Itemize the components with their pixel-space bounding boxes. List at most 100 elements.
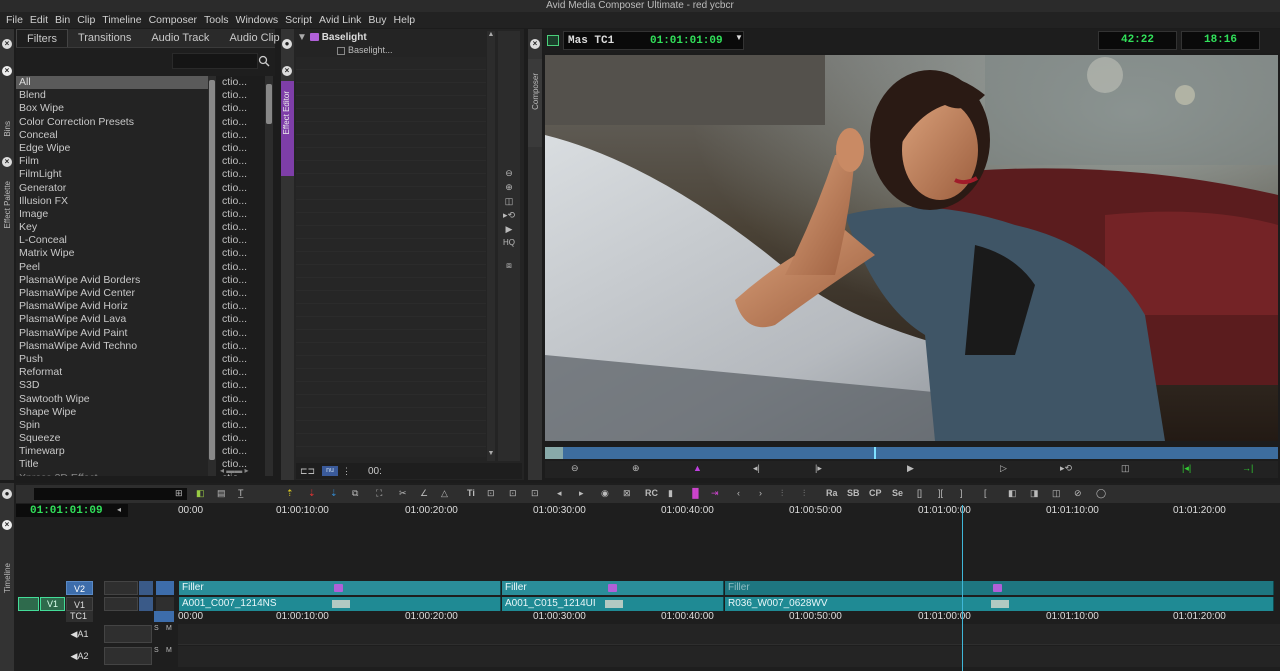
effect-list-item[interactable]: ctio...	[219, 168, 265, 181]
angle-icon[interactable]: ∠	[420, 486, 428, 500]
close-icon[interactable]: ×	[2, 66, 12, 76]
close-icon[interactable]: ×	[2, 520, 12, 530]
tab-audio-clip[interactable]: Audio Clip	[219, 29, 289, 47]
track-v2-header[interactable]: V2	[66, 581, 93, 595]
rc-button[interactable]: RC	[645, 486, 658, 500]
cut-icon[interactable]: ✂	[399, 486, 407, 500]
effect-list-item[interactable]: ctio...	[219, 208, 265, 221]
clip-v2-filler-2[interactable]: Filler	[502, 581, 724, 595]
bracket-icon[interactable]: [	[984, 486, 987, 500]
effect-list-item[interactable]: ctio...	[219, 155, 265, 168]
bracket-icon[interactable]: []	[917, 486, 922, 500]
effect-palette-tab-label[interactable]: Effect Palette	[3, 181, 12, 228]
menu-script[interactable]: Script	[285, 14, 312, 26]
effect-category-item[interactable]: PlasmaWipe Avid Lava	[16, 313, 216, 326]
effect-list-item[interactable]: ctio...	[219, 142, 265, 155]
effect-category-item[interactable]: PlasmaWipe Avid Horiz	[16, 300, 216, 313]
menu-tools[interactable]: Tools	[204, 14, 229, 26]
ra-button[interactable]: Ra	[826, 486, 838, 500]
effect-list-item[interactable]: ctio...	[219, 195, 265, 208]
effect-category-item[interactable]: Image	[16, 208, 216, 221]
effect-category-item[interactable]: All	[16, 76, 216, 90]
clip-v1-2[interactable]: A001_C015_1214UI	[502, 597, 724, 611]
effect-list-item[interactable]: ctio...	[219, 247, 265, 260]
track-a1-mute[interactable]: M	[166, 625, 172, 632]
track-v1-monitor[interactable]	[139, 597, 153, 611]
segment-icon[interactable]: ⛶	[376, 486, 382, 500]
text-icon[interactable]: T̲	[238, 486, 244, 500]
clip-icon[interactable]: ⊡	[487, 486, 495, 500]
effect-list-item[interactable]: ctio...	[219, 406, 265, 419]
effect-category-item[interactable]: S3D	[16, 379, 216, 392]
timeline-ruler[interactable]: 00:00 01:00:10:00 01:00:20:00 01:00:30:00 01…	[178, 505, 1280, 517]
align-icon[interactable]: ⫶	[803, 486, 805, 500]
chevron-down-icon[interactable]: ▼	[735, 33, 743, 42]
track-v1-header[interactable]: V1	[66, 597, 93, 611]
monitor-icon[interactable]	[547, 35, 559, 46]
sb-button[interactable]: SB	[847, 486, 860, 500]
chevron-right-icon[interactable]: ›	[759, 486, 762, 500]
step-forward-icon[interactable]: |▸	[815, 461, 822, 475]
tab-transitions[interactable]: Transitions	[68, 29, 141, 47]
effect-category-item[interactable]: Timewarp	[16, 445, 216, 458]
counter-2[interactable]: 18:16	[1181, 31, 1260, 50]
render-icon[interactable]: ⧈	[498, 258, 520, 272]
effect-category-item[interactable]: Xpress 3D Effect	[16, 472, 216, 476]
play-icon[interactable]: ▶	[907, 461, 914, 475]
step-back-icon[interactable]: ◂|	[753, 461, 760, 475]
title-tool[interactable]: Ti	[467, 486, 475, 500]
play-icon[interactable]: ▶	[498, 222, 520, 236]
param-row[interactable]: Baselight...	[337, 45, 393, 55]
effect-category-item[interactable]: PlasmaWipe Avid Paint	[16, 327, 216, 340]
panel-icon[interactable]: ◫	[1052, 486, 1061, 500]
panel-icon[interactable]: ◧	[1008, 486, 1017, 500]
effect-list-item[interactable]: ctio...	[219, 234, 265, 247]
align-icon[interactable]: ⫶	[781, 486, 783, 500]
circle-icon[interactable]: ◯	[1096, 486, 1106, 500]
playhead[interactable]	[962, 505, 963, 671]
tc-display[interactable]: Mas TC1 01:01:01:09 ▼	[563, 31, 744, 50]
tab-filters[interactable]: Filters	[16, 29, 68, 47]
audio-icon[interactable]: |◂|	[1182, 461, 1191, 475]
menu-help[interactable]: Help	[394, 14, 416, 26]
clip-v1-3[interactable]: R036_W007_0628WV	[725, 597, 1274, 611]
track-v2-controls[interactable]	[104, 581, 138, 595]
split-view-icon[interactable]: ◫	[1121, 461, 1130, 475]
close-icon[interactable]: ×	[2, 157, 12, 167]
clip-icon[interactable]: ⊡	[509, 486, 517, 500]
extract-icon[interactable]: ⇣	[308, 486, 316, 500]
clip-icon[interactable]: ⊡	[531, 486, 539, 500]
zoom-in-icon[interactable]: ⊕	[632, 461, 640, 475]
close-icon[interactable]: ●	[2, 489, 12, 499]
video-frame[interactable]	[545, 55, 1278, 441]
effect-category-item[interactable]: PlasmaWipe Avid Borders	[16, 274, 216, 287]
mark-in-icon[interactable]: ▲	[693, 461, 702, 475]
bins-tab-label[interactable]: Bins	[3, 121, 12, 137]
effect-list-item[interactable]: ctio...	[219, 327, 265, 340]
search-icon[interactable]	[258, 55, 270, 67]
effect-category-item[interactable]: Key	[16, 221, 216, 234]
search-input[interactable]	[172, 53, 258, 69]
menu-avid-link[interactable]: Avid Link	[319, 14, 361, 26]
track-a1-header[interactable]: ◀A1	[66, 625, 93, 643]
list-icon[interactable]: ▮	[668, 486, 673, 500]
timeline-scrubber[interactable]	[34, 488, 187, 500]
effect-list-item[interactable]: ctio...	[219, 261, 265, 274]
track-a2-lane[interactable]	[178, 646, 1280, 667]
effect-category-item[interactable]: Shape Wipe	[16, 406, 216, 419]
editor-scrollbar[interactable]: ▲ ▼	[487, 31, 495, 461]
effect-category-item[interactable]: Reformat	[16, 366, 216, 379]
effect-list-item[interactable]: ctio...	[219, 287, 265, 300]
mark-in-icon[interactable]: ▐▌	[689, 486, 702, 500]
zoom-out-icon[interactable]: ⊖	[571, 461, 579, 475]
track-a2-header[interactable]: ◀A2	[66, 647, 93, 665]
menu-buy[interactable]: Buy	[368, 14, 386, 26]
chevron-left-icon[interactable]: ◂	[117, 505, 121, 514]
disable-icon[interactable]: ⊘	[1074, 486, 1082, 500]
effect-category-item[interactable]: Sawtooth Wipe	[16, 393, 216, 406]
track-a1-solo[interactable]: S	[154, 625, 159, 632]
track-v1-lock[interactable]	[156, 597, 174, 611]
keyframe-icon[interactable]: ⊏⊐	[300, 464, 315, 478]
cp-button[interactable]: CP	[869, 486, 882, 500]
lift-icon[interactable]: ⇡	[286, 486, 294, 500]
